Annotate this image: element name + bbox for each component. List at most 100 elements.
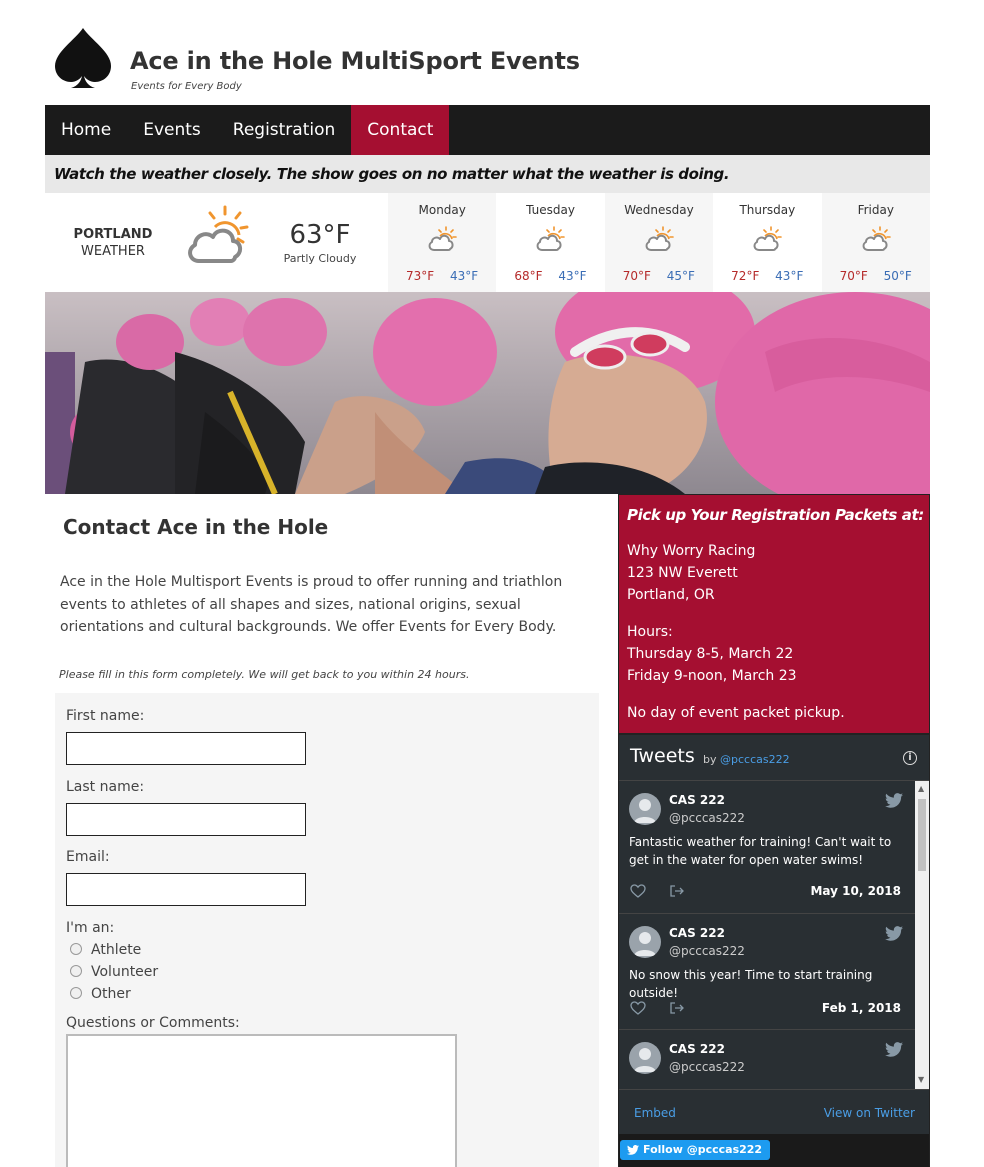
tweet-author-handle[interactable]: @pcccas222 (669, 811, 745, 825)
follow-button[interactable]: Follow @pcccas222 (620, 1140, 771, 1160)
forecast-day-thursday: Thursday 72°F 43°F (713, 193, 821, 292)
forecast-low: 43°F (558, 269, 587, 283)
scroll-down-icon[interactable]: ▼ (918, 1075, 924, 1084)
form-note: Please fill in this form completely. We … (59, 668, 470, 681)
twitter-timeline: Tweets by @pcccas222 i CAS 222 @pcccas222… (618, 734, 930, 1167)
heart-icon[interactable] (630, 1000, 646, 1015)
scrollbar-thumb[interactable] (918, 799, 926, 871)
forecast-day-name: Wednesday (624, 203, 694, 217)
athlete-label: Athlete (91, 942, 142, 958)
forecast-day-name: Friday (857, 203, 894, 217)
forecast-low: 50°F (883, 269, 912, 283)
nav-item-registration[interactable]: Registration (217, 105, 352, 155)
site-tagline: Events for Every Body (131, 81, 242, 92)
site-header: Ace in the Hole MultiSport Events Events… (45, 20, 930, 105)
comments-textarea[interactable] (66, 1034, 457, 1167)
twitter-bird-icon[interactable] (885, 926, 903, 941)
first-name-input[interactable] (66, 732, 306, 765)
forecast-day-name: Thursday (739, 203, 796, 217)
tweet-author-handle[interactable]: @pcccas222 (669, 1060, 745, 1074)
twitter-title: Tweets (630, 745, 695, 767)
main-nav: Home Events Registration Contact (45, 105, 930, 155)
tweet-item[interactable]: CAS 222 @pcccas222 Fantastic weather for t… (619, 781, 915, 914)
avatar[interactable] (629, 926, 661, 958)
tweet-author-handle[interactable]: @pcccas222 (669, 944, 745, 958)
avatar[interactable] (629, 793, 661, 825)
weather-city: PORTLAND (73, 227, 153, 242)
forecast-high: 72°F (731, 269, 760, 283)
twitter-bird-icon[interactable] (885, 793, 903, 808)
info-icon[interactable]: i (903, 751, 917, 765)
packet-city: Portland, OR (627, 587, 715, 603)
forecast-low: 43°F (775, 269, 804, 283)
forecast-day-friday: Friday 70°F 50°F (821, 193, 930, 292)
nav-item-contact[interactable]: Contact (351, 105, 450, 155)
avatar[interactable] (629, 1042, 661, 1074)
packet-title: Pick up Your Registration Packets at: (627, 506, 924, 524)
scroll-up-icon[interactable]: ▲ (918, 784, 924, 793)
hero-image-swimmers (45, 292, 930, 494)
tweet-feed[interactable]: CAS 222 @pcccas222 Fantastic weather for t… (619, 781, 915, 1089)
tweet-item[interactable]: CAS 222 @pcccas222 No snow this year! Time… (619, 914, 915, 1030)
embed-link[interactable]: Embed (634, 1106, 676, 1120)
role-option-athlete[interactable]: Athlete (70, 942, 141, 958)
first-name-label: First name: (66, 708, 145, 724)
athlete-radio[interactable] (70, 943, 82, 955)
nav-item-events[interactable]: Events (127, 105, 217, 155)
tweet-date[interactable]: May 10, 2018 (810, 884, 901, 898)
tweet-item[interactable]: CAS 222 @pcccas222 (619, 1030, 915, 1089)
contact-form: First name: Last name: Email: I'm an: At… (55, 693, 599, 1167)
weather-notice: Watch the weather closely. The show goes… (45, 155, 930, 193)
last-name-input[interactable] (66, 803, 306, 836)
partly-cloudy-icon (185, 205, 257, 267)
tweet-author-name[interactable]: CAS 222 (669, 1042, 725, 1056)
packet-location-name: Why Worry Racing (627, 543, 756, 559)
site-title[interactable]: Ace in the Hole MultiSport Events (130, 47, 580, 75)
tweet-text: No snow this year! Time to start trainin… (629, 968, 873, 1000)
weather-forecast: Monday 73°F 43°F Tuesday 68°F 43°F Wednesday 70… (388, 193, 930, 292)
follow-label: Follow @pcccas222 (643, 1143, 763, 1156)
forecast-high: 70°F (622, 269, 651, 283)
forecast-day-name: Tuesday (526, 203, 575, 217)
twitter-byline: by @pcccas222 (703, 753, 790, 766)
packet-note: No day of event packet pickup. (627, 705, 845, 721)
email-input[interactable] (66, 873, 306, 906)
weather-widget: PORTLAND WEATHER 63°F Partly Cloudy Mond… (45, 193, 930, 292)
last-name-label: Last name: (66, 779, 145, 795)
forecast-low: 43°F (450, 269, 479, 283)
spade-logo-icon[interactable] (51, 26, 115, 92)
tweet-feed-scrollbar[interactable]: ▲ ▼ (915, 781, 929, 1089)
tweet-author-name[interactable]: CAS 222 (669, 926, 725, 940)
twitter-handle-link[interactable]: @pcccas222 (720, 753, 790, 766)
twitter-bird-icon[interactable] (885, 1042, 903, 1057)
share-icon[interactable] (669, 883, 685, 897)
twitter-bird-icon (627, 1145, 639, 1155)
partly-cloudy-icon (861, 226, 893, 252)
role-option-volunteer[interactable]: Volunteer (70, 964, 158, 980)
current-condition: Partly Cloudy (283, 252, 357, 265)
forecast-day-tuesday: Tuesday 68°F 43°F (496, 193, 604, 292)
view-on-twitter-link[interactable]: View on Twitter (824, 1106, 915, 1120)
role-label: I'm an: (66, 920, 115, 936)
page-title: Contact Ace in the Hole (63, 515, 329, 539)
follow-bar: Follow @pcccas222 (619, 1134, 929, 1167)
partly-cloudy-icon (644, 226, 676, 252)
weather-label: WEATHER (81, 244, 145, 259)
nav-item-home[interactable]: Home (45, 105, 127, 155)
forecast-day-wednesday: Wednesday 70°F 45°F (604, 193, 714, 292)
other-radio[interactable] (70, 987, 82, 999)
tweet-text: Fantastic weather for training! Can't wa… (629, 835, 892, 867)
role-option-other[interactable]: Other (70, 986, 131, 1002)
volunteer-radio[interactable] (70, 965, 82, 977)
current-temperature: 63°F (289, 220, 351, 250)
forecast-high: 70°F (839, 269, 868, 283)
tweet-date[interactable]: Feb 1, 2018 (822, 1001, 901, 1015)
volunteer-label: Volunteer (91, 964, 159, 980)
tweet-author-name[interactable]: CAS 222 (669, 793, 725, 807)
forecast-high: 68°F (514, 269, 543, 283)
forecast-high: 73°F (406, 269, 435, 283)
share-icon[interactable] (669, 1000, 685, 1014)
heart-icon[interactable] (630, 883, 646, 898)
comments-label: Questions or Comments: (66, 1015, 240, 1031)
forecast-day-name: Monday (418, 203, 466, 217)
